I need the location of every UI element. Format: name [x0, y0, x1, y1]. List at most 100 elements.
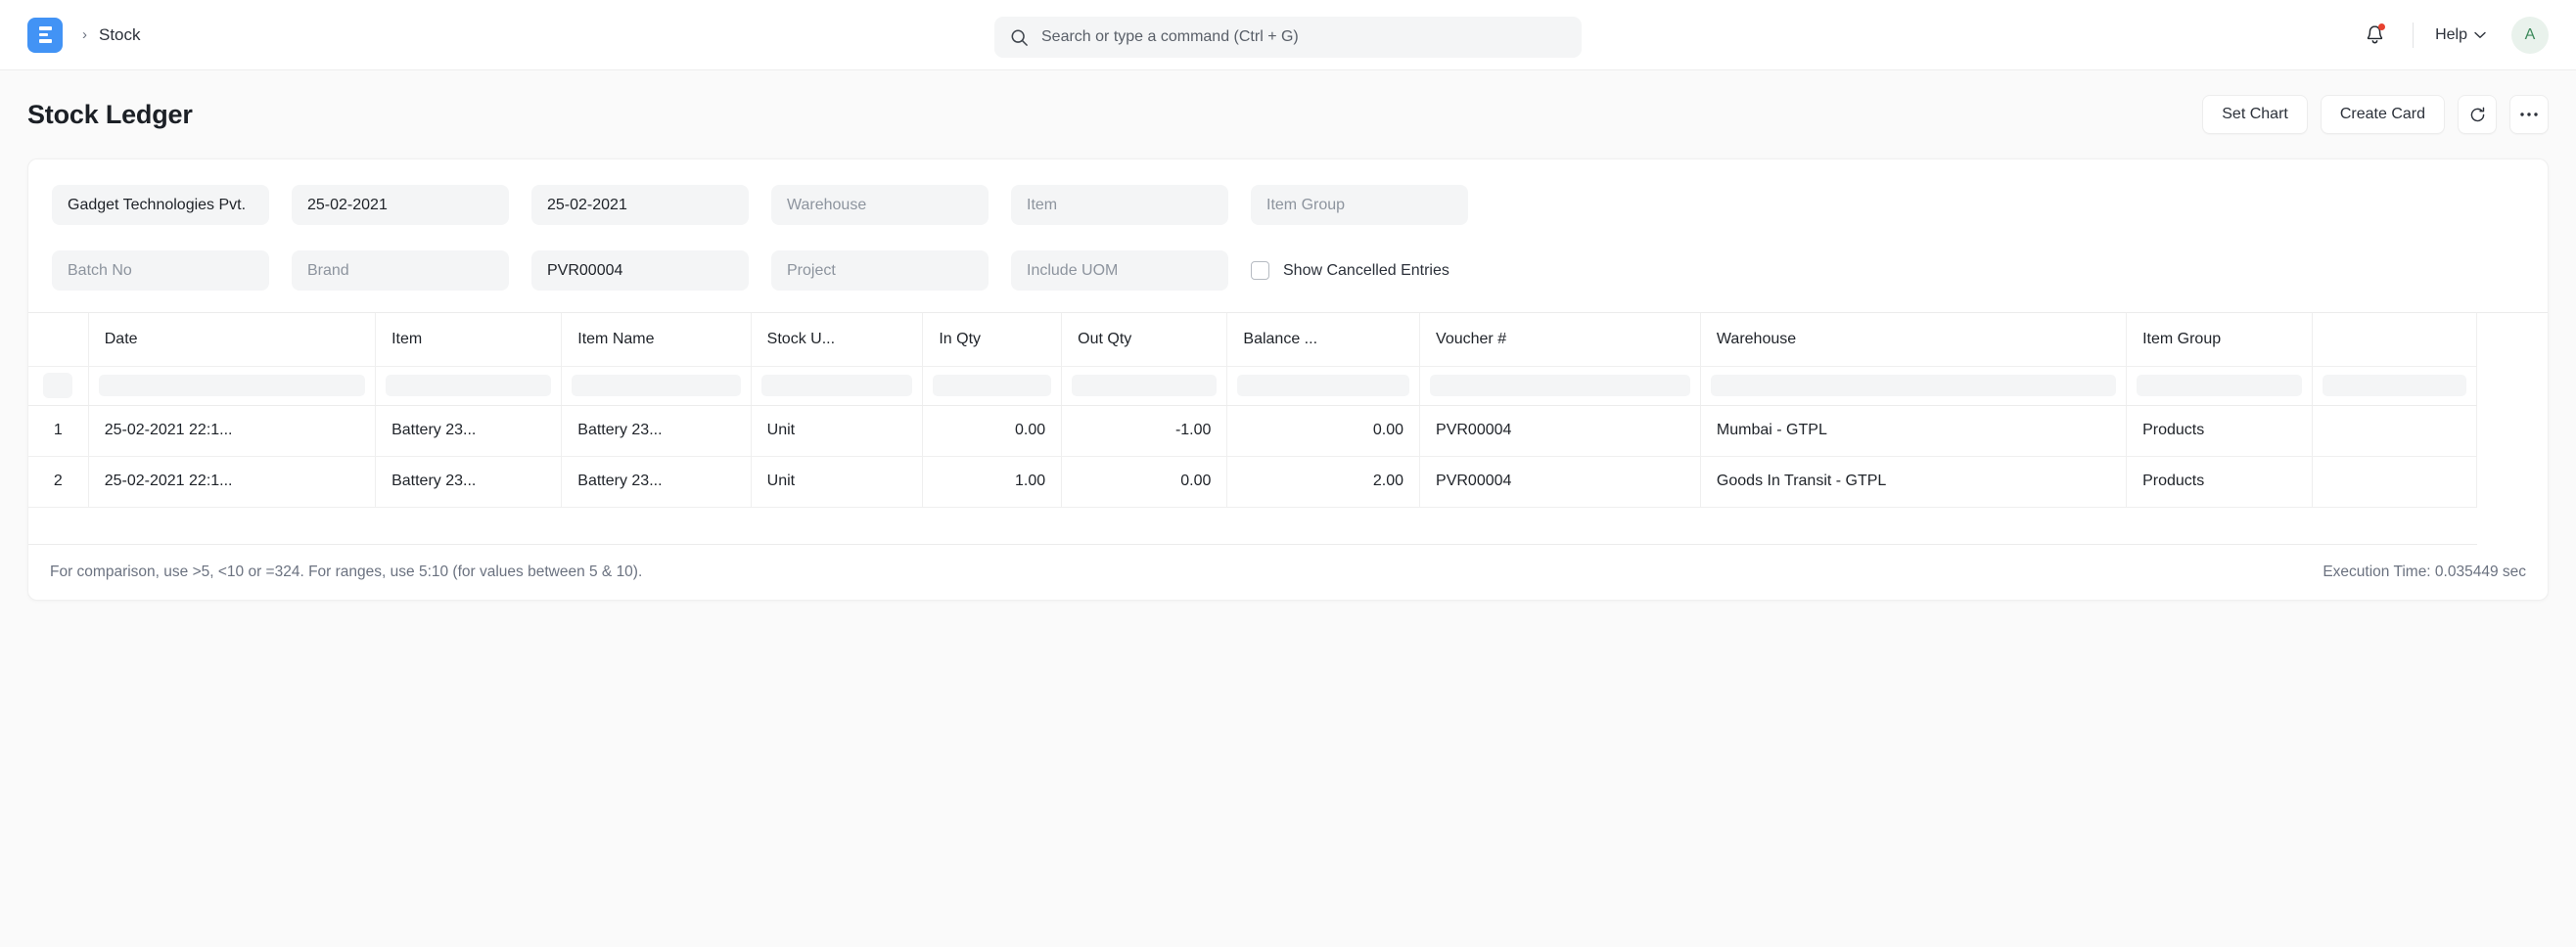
column-filter-in-qty[interactable] — [923, 366, 1062, 405]
filter-include-uom[interactable]: Include UOM — [1011, 250, 1228, 291]
cell-date: 25-02-2021 22:1... — [88, 405, 375, 456]
column-filter-index[interactable] — [28, 366, 88, 405]
more-options-button[interactable] — [2509, 95, 2549, 134]
column-filter-date[interactable] — [88, 366, 375, 405]
table-body: 1 25-02-2021 22:1... Battery 23... Batte… — [28, 405, 2477, 544]
cell-out-qty: -1.00 — [1062, 405, 1227, 456]
column-filter-out-qty[interactable] — [1062, 366, 1227, 405]
column-filter-voucher-no[interactable] — [1420, 366, 1701, 405]
column-header-balance-qty[interactable]: Balance ... — [1227, 313, 1420, 366]
chevron-right-icon: › — [82, 26, 87, 43]
refresh-icon — [2468, 106, 2487, 124]
page-body: Stock Ledger Set Chart Create Card — [0, 70, 2576, 947]
column-header-item-group[interactable]: Item Group — [2127, 313, 2313, 366]
cell-in-qty: 0.00 — [923, 405, 1062, 456]
column-filter-extra[interactable] — [2313, 366, 2477, 405]
column-header-stock-uom[interactable]: Stock U... — [751, 313, 923, 366]
cell-item-name: Battery 23... — [562, 456, 751, 507]
checkbox-box[interactable] — [1251, 261, 1269, 280]
column-filter-warehouse[interactable] — [1700, 366, 2126, 405]
filter-area: Gadget Technologies Pvt. 25-02-2021 25-0… — [28, 159, 2548, 312]
page-title: Stock Ledger — [27, 100, 193, 130]
column-header-date[interactable]: Date — [88, 313, 375, 366]
cell-extra — [2313, 405, 2477, 456]
cell-item-group: Products — [2127, 405, 2313, 456]
filter-from-date[interactable]: 25-02-2021 — [292, 185, 509, 225]
chevron-down-icon — [2474, 31, 2486, 39]
execution-time: Execution Time: 0.035449 sec — [2323, 564, 2526, 581]
avatar-initial: A — [2525, 26, 2536, 44]
navbar-right: Help A — [2354, 15, 2549, 56]
cell-extra — [2313, 456, 2477, 507]
table-row[interactable]: 2 25-02-2021 22:1... Battery 23... Batte… — [28, 456, 2477, 507]
column-header-out-qty[interactable]: Out Qty — [1062, 313, 1227, 366]
filter-hint-text: For comparison, use >5, <10 or =324. For… — [50, 564, 642, 581]
top-navbar: › Stock Search or type a command (Ctrl +… — [0, 0, 2576, 70]
cell-voucher-no: PVR00004 — [1420, 405, 1701, 456]
cell-stock-uom: Unit — [751, 405, 923, 456]
notification-bell-icon[interactable] — [2354, 15, 2395, 56]
report-footer: For comparison, use >5, <10 or =324. For… — [28, 545, 2548, 600]
cell-balance-qty: 0.00 — [1227, 405, 1420, 456]
cell-item: Battery 23... — [376, 405, 562, 456]
filter-item[interactable]: Item — [1011, 185, 1228, 225]
filter-project[interactable]: Project — [771, 250, 989, 291]
notification-dot — [2378, 23, 2385, 30]
column-filter-balance-qty[interactable] — [1227, 366, 1420, 405]
cell-stock-uom: Unit — [751, 456, 923, 507]
cell-item-group: Products — [2127, 456, 2313, 507]
navbar-left: › Stock — [27, 18, 141, 53]
filter-warehouse[interactable]: Warehouse — [771, 185, 989, 225]
navbar-center: Search or type a command (Ctrl + G) — [994, 17, 1582, 58]
page-actions: Set Chart Create Card — [2202, 95, 2549, 134]
navbar-divider — [2413, 23, 2414, 48]
help-menu[interactable]: Help — [2435, 26, 2486, 44]
cell-out-qty: 0.00 — [1062, 456, 1227, 507]
table-row[interactable]: 1 25-02-2021 22:1... Battery 23... Batte… — [28, 405, 2477, 456]
show-cancelled-entries-label: Show Cancelled Entries — [1283, 262, 1449, 280]
column-filter-stock-uom[interactable] — [751, 366, 923, 405]
show-cancelled-entries-checkbox[interactable]: Show Cancelled Entries — [1251, 250, 1468, 291]
cell-index: 2 — [28, 456, 88, 507]
column-header-warehouse[interactable]: Warehouse — [1700, 313, 2126, 366]
filter-row-1: Gadget Technologies Pvt. 25-02-2021 25-0… — [52, 185, 2524, 225]
cell-balance-qty: 2.00 — [1227, 456, 1420, 507]
search-placeholder: Search or type a command (Ctrl + G) — [1041, 28, 1299, 46]
avatar[interactable]: A — [2511, 17, 2549, 54]
filter-item-group[interactable]: Item Group — [1251, 185, 1468, 225]
filter-company[interactable]: Gadget Technologies Pvt. — [52, 185, 269, 225]
refresh-button[interactable] — [2458, 95, 2497, 134]
breadcrumb-stock[interactable]: Stock — [99, 25, 141, 45]
table-empty-space — [28, 507, 2477, 544]
column-header-voucher-no[interactable]: Voucher # — [1420, 313, 1701, 366]
search-icon — [1010, 28, 1029, 47]
column-filter-item[interactable] — [376, 366, 562, 405]
cell-item: Battery 23... — [376, 456, 562, 507]
column-header-item-name[interactable]: Item Name — [562, 313, 751, 366]
help-label: Help — [2435, 26, 2467, 44]
column-header-index[interactable] — [28, 313, 88, 366]
cell-voucher-no: PVR00004 — [1420, 456, 1701, 507]
search-input[interactable]: Search or type a command (Ctrl + G) — [994, 17, 1582, 58]
filter-brand[interactable]: Brand — [292, 250, 509, 291]
column-header-extra[interactable] — [2313, 313, 2477, 366]
cell-warehouse: Mumbai - GTPL — [1700, 405, 2126, 456]
cell-warehouse: Goods In Transit - GTPL — [1700, 456, 2126, 507]
column-header-in-qty[interactable]: In Qty — [923, 313, 1062, 366]
filter-voucher-no[interactable]: PVR00004 — [531, 250, 749, 291]
column-filter-item-group[interactable] — [2127, 366, 2313, 405]
cell-index: 1 — [28, 405, 88, 456]
cell-date: 25-02-2021 22:1... — [88, 456, 375, 507]
filter-to-date[interactable]: 25-02-2021 — [531, 185, 749, 225]
report-card: Gadget Technologies Pvt. 25-02-2021 25-0… — [27, 158, 2549, 601]
cell-in-qty: 1.00 — [923, 456, 1062, 507]
erpnext-logo-icon[interactable] — [27, 18, 63, 53]
column-filter-item-name[interactable] — [562, 366, 751, 405]
set-chart-button[interactable]: Set Chart — [2202, 95, 2308, 134]
page-header: Stock Ledger Set Chart Create Card — [27, 70, 2549, 158]
column-header-item[interactable]: Item — [376, 313, 562, 366]
create-card-button[interactable]: Create Card — [2321, 95, 2445, 134]
table-column-filter-row — [28, 366, 2477, 405]
ellipsis-icon — [2519, 112, 2539, 117]
filter-batch-no[interactable]: Batch No — [52, 250, 269, 291]
